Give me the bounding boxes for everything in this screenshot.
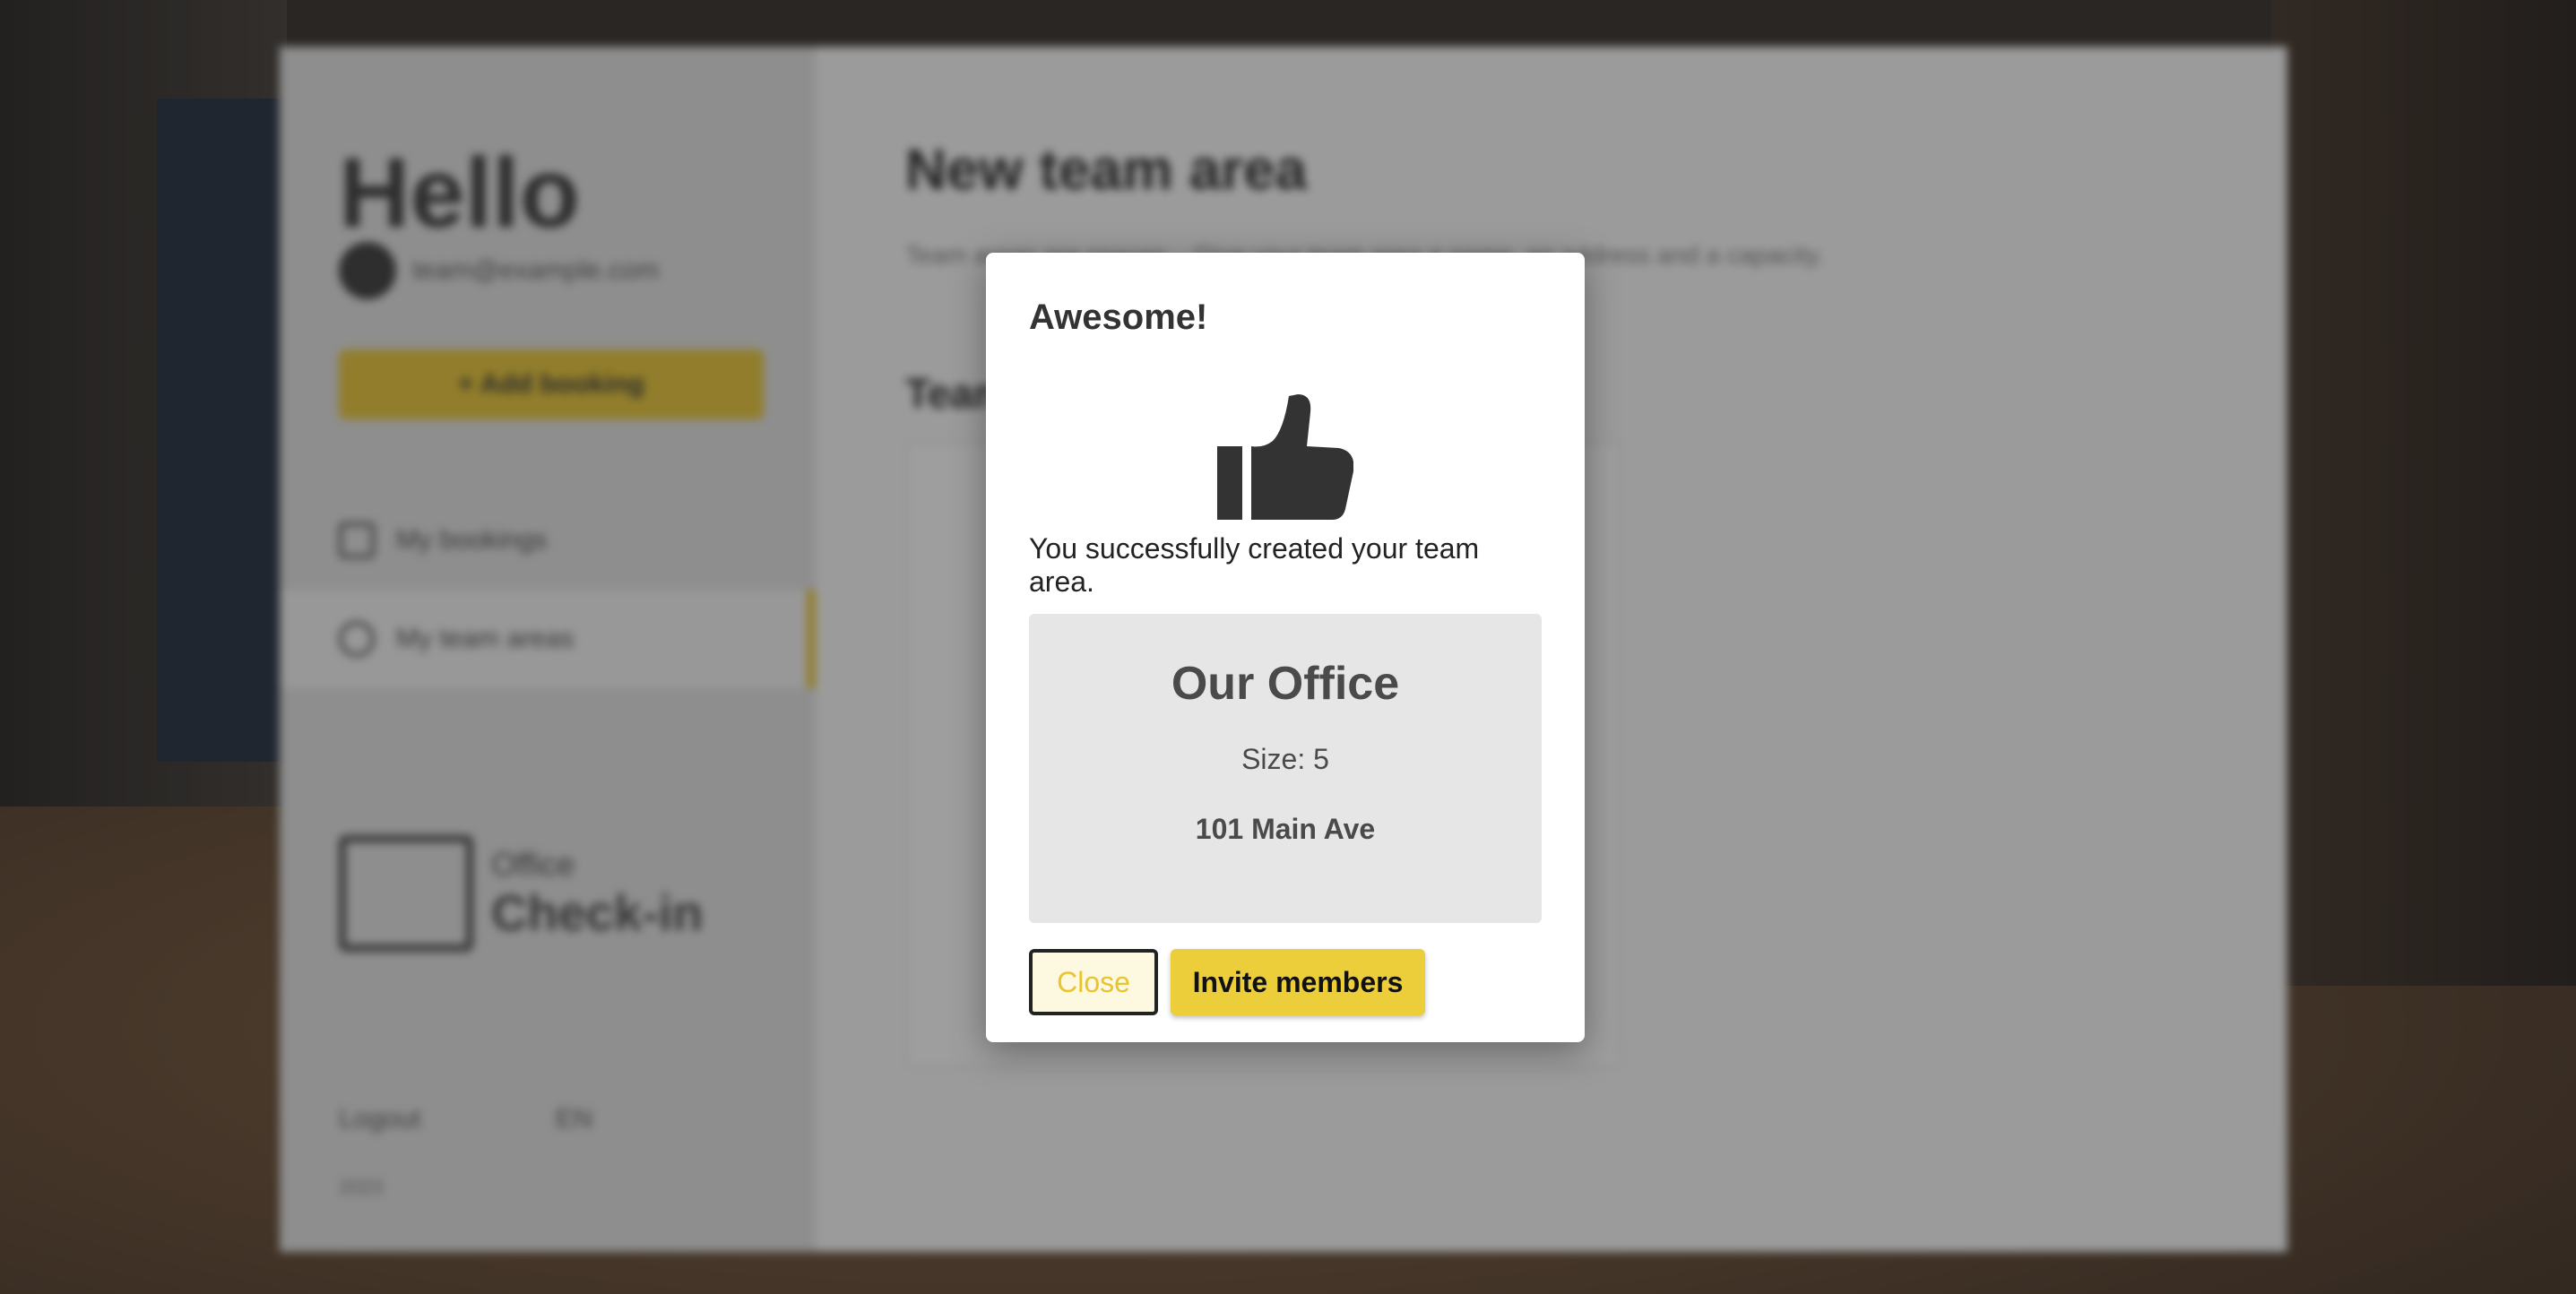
team-area-name: Our Office: [1171, 658, 1400, 710]
invite-members-button[interactable]: Invite members: [1171, 949, 1425, 1015]
success-dialog: Awesome! You successfully created your t…: [986, 253, 1585, 1042]
thumbs-up-icon: [1217, 394, 1353, 520]
team-area-card: Our Office Size: 5 101 Main Ave: [1029, 614, 1542, 923]
team-area-address: 101 Main Ave: [1195, 813, 1376, 845]
success-message: You successfully created your team area.: [1029, 532, 1480, 598]
team-area-size: Size: 5: [1241, 743, 1329, 775]
dialog-title: Awesome!: [1029, 298, 1208, 337]
close-button[interactable]: Close: [1029, 949, 1158, 1015]
